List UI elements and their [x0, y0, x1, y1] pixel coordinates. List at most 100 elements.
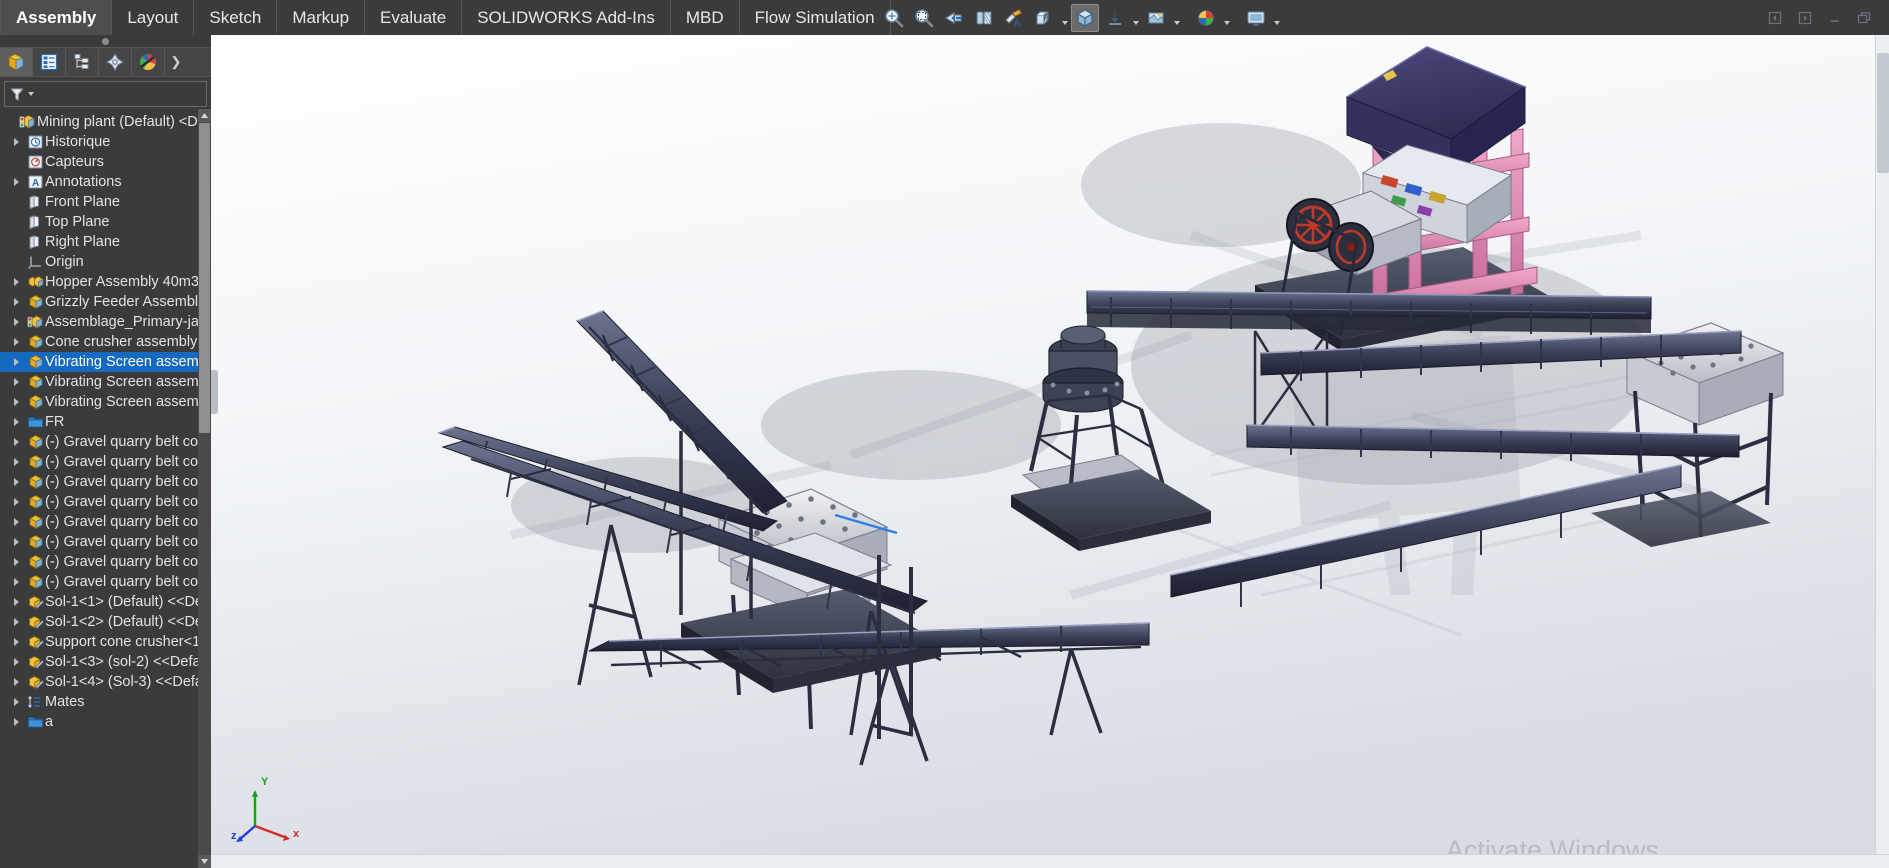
tree-item[interactable]: Sol-1<4> (Sol-3) <<Defaul [0, 672, 211, 692]
tree-item[interactable]: Support cone crusher<1> ( [0, 632, 211, 652]
tree-expand-arrow-icon[interactable] [8, 438, 25, 446]
tree-item[interactable]: Sol-1<2> (Default) <<Defa [0, 612, 211, 632]
tree-item[interactable]: Top Plane [0, 212, 211, 232]
configuration-manager-tab[interactable] [66, 48, 99, 76]
ribbon-tab-flow-simulation[interactable]: Flow Simulation [740, 0, 891, 35]
tree-item[interactable]: Sol-1<1> (Default) <<Defa [0, 592, 211, 612]
tree-expand-arrow-icon[interactable] [8, 518, 25, 526]
tree-item[interactable]: a [0, 712, 211, 732]
view-orientation-paint-icon[interactable]: A [1000, 4, 1028, 32]
viewport-horizontal-scrollbar[interactable] [211, 854, 1889, 868]
tree-item[interactable]: (-) Gravel quarry belt conve [0, 432, 211, 452]
tree-expand-arrow-icon[interactable] [8, 478, 25, 486]
display-manager-icon[interactable] [1242, 4, 1270, 32]
zoom-to-fit-icon[interactable] [940, 4, 968, 32]
tree-expand-arrow-icon[interactable] [8, 378, 25, 386]
feature-manager-tab[interactable] [0, 48, 33, 76]
tree-item[interactable]: (-) Gravel quarry belt conve [0, 492, 211, 512]
ribbon-tab-evaluate[interactable]: Evaluate [365, 0, 463, 35]
tree-expand-arrow-icon[interactable] [8, 598, 25, 606]
tree-expand-arrow-icon[interactable] [8, 558, 25, 566]
ribbon-tab-mbd[interactable]: MBD [671, 0, 740, 35]
tree-item[interactable]: Hopper Assembly 40m3<1 [0, 272, 211, 292]
panel-splitter-handle[interactable] [0, 35, 211, 47]
viewport-vscroll-thumb[interactable] [1877, 53, 1889, 173]
appearances-manager-tab[interactable] [132, 48, 165, 76]
tree-scrollbar[interactable] [198, 109, 211, 868]
viewport-drag-handle[interactable] [211, 370, 218, 414]
tree-item[interactable]: Mining plant (Default) <Displa [0, 112, 211, 132]
tree-item[interactable]: Cone crusher assembly<1> [0, 332, 211, 352]
tree-expand-arrow-icon[interactable] [8, 458, 25, 466]
tree-item[interactable]: (-) Gravel quarry belt conve [0, 472, 211, 492]
tree-expand-arrow-icon[interactable] [8, 138, 25, 146]
tree-expand-arrow-icon[interactable] [8, 698, 25, 706]
tree-expand-arrow-icon[interactable] [8, 178, 25, 186]
tree-item[interactable]: Capteurs [0, 152, 211, 172]
tree-expand-arrow-icon[interactable] [8, 658, 25, 666]
view-settings-dropdown-caret[interactable] [1222, 4, 1231, 32]
tree-expand-arrow-icon[interactable] [8, 278, 25, 286]
tree-item[interactable]: A Annotations [0, 172, 211, 192]
tree-item[interactable]: FR [0, 412, 211, 432]
tree-scroll-down-button[interactable] [198, 855, 211, 868]
tree-item[interactable]: (-) Gravel quarry belt conve [0, 452, 211, 472]
ribbon-tab-assembly[interactable]: Assembly [0, 0, 113, 35]
apply-scene-icon[interactable] [1142, 4, 1170, 32]
tree-item[interactable]: Grizzly Feeder Assembly<1 [0, 292, 211, 312]
tree-expand-arrow-icon[interactable] [8, 318, 25, 326]
hide-show-items-icon[interactable] [1101, 4, 1129, 32]
tree-item[interactable]: Mates [0, 692, 211, 712]
tree-expand-arrow-icon[interactable] [8, 638, 25, 646]
tree-item[interactable]: Vibrating Screen assembly [0, 372, 211, 392]
tree-expand-arrow-icon[interactable] [8, 718, 25, 726]
restore-icon[interactable] [1855, 8, 1875, 28]
zoom-to-area-icon[interactable] [910, 4, 938, 32]
tree-expand-arrow-icon[interactable] [8, 538, 25, 546]
tree-item[interactable]: (-) Gravel quarry belt conve [0, 532, 211, 552]
graphics-viewport[interactable]: Y x z Activate Windows [211, 35, 1889, 868]
view-orientation-cube-icon[interactable] [1071, 3, 1099, 32]
tree-expand-arrow-icon[interactable] [8, 618, 25, 626]
property-manager-tab[interactable] [33, 48, 66, 76]
tree-expand-arrow-icon[interactable] [8, 298, 25, 306]
minimize-icon[interactable] [1825, 8, 1845, 28]
tree-item[interactable]: Front Plane [0, 192, 211, 212]
ribbon-tab-solidworks-add-ins[interactable]: SOLIDWORKS Add-Ins [462, 0, 671, 35]
ribbon-tab-layout[interactable]: Layout [112, 0, 195, 35]
apply-scene-dropdown-caret[interactable] [1172, 4, 1181, 32]
tree-expand-arrow-icon[interactable] [8, 498, 25, 506]
tree-item[interactable]: (-) Gravel quarry belt conve [0, 512, 211, 532]
tree-item[interactable]: Right Plane [0, 232, 211, 252]
tree-scroll-up-button[interactable] [198, 109, 211, 122]
dimxpert-manager-tab[interactable] [99, 48, 132, 76]
zoom-in-out-icon[interactable] [880, 4, 908, 32]
tree-filter-bar[interactable] [4, 81, 207, 107]
filter-dropdown-caret[interactable] [28, 92, 34, 96]
tree-item[interactable]: Sol-1<3> (sol-2) <<Defaul [0, 652, 211, 672]
tree-item[interactable]: (-) Gravel quarry belt conve [0, 552, 211, 572]
viewport-vertical-scrollbar[interactable] [1875, 35, 1889, 868]
feature-tree[interactable]: Mining plant (Default) <Displa Historique… [0, 109, 211, 868]
panel-left-icon[interactable] [1765, 8, 1785, 28]
display-manager-dropdown-caret[interactable] [1272, 4, 1281, 32]
tree-item[interactable]: Origin [0, 252, 211, 272]
ribbon-tab-sketch[interactable]: Sketch [194, 0, 278, 35]
tree-item[interactable]: Vibrating Screen assembly [0, 352, 211, 372]
tree-expand-arrow-icon[interactable] [8, 418, 25, 426]
display-style-dropdown-caret[interactable] [1060, 4, 1069, 32]
tree-expand-arrow-icon[interactable] [8, 678, 25, 686]
ribbon-tab-markup[interactable]: Markup [277, 0, 366, 35]
tree-item[interactable]: Assemblage_Primary-jawcr [0, 312, 211, 332]
tree-scroll-thumb[interactable] [199, 123, 210, 433]
section-view-icon[interactable] [970, 4, 998, 32]
tree-item[interactable]: Historique [0, 132, 211, 152]
display-style-icon[interactable] [1030, 4, 1058, 32]
tree-expand-arrow-icon[interactable] [8, 578, 25, 586]
view-settings-icon[interactable] [1192, 4, 1220, 32]
tree-item[interactable]: (-) Gravel quarry belt conve [0, 572, 211, 592]
tree-expand-arrow-icon[interactable] [8, 358, 25, 366]
panel-tabs-overflow[interactable]: ❯ [165, 48, 187, 76]
tree-expand-arrow-icon[interactable] [8, 338, 25, 346]
hide-show-dropdown-caret[interactable] [1131, 4, 1140, 32]
